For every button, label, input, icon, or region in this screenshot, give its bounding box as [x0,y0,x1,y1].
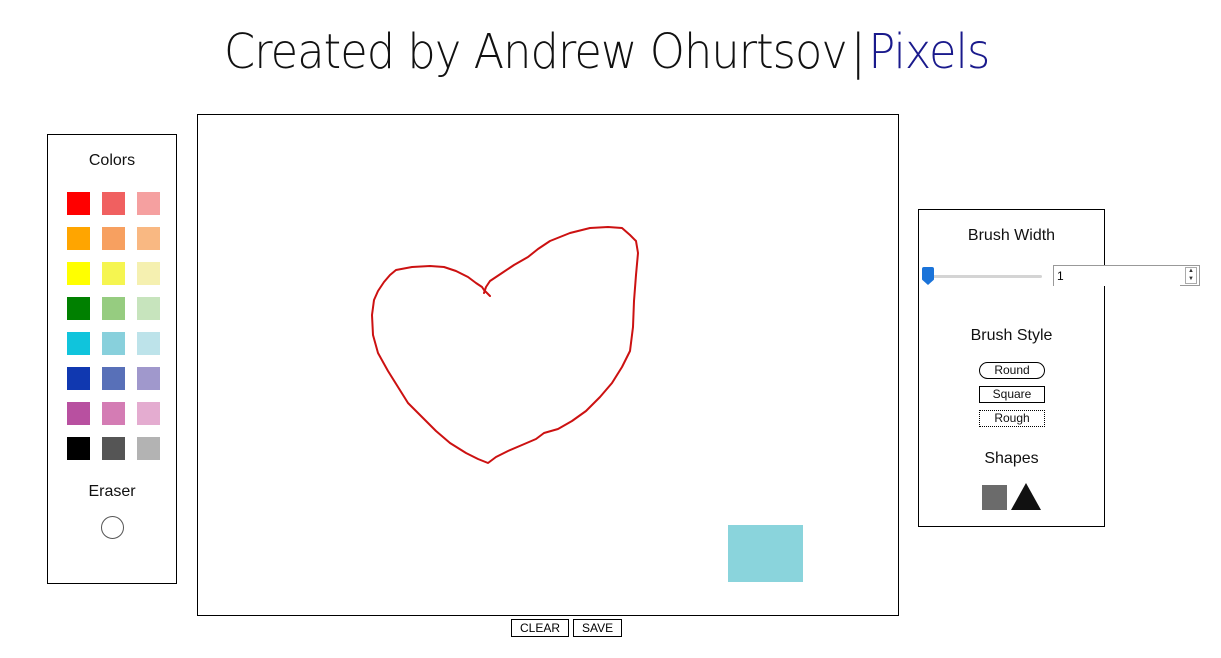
color-swatch[interactable] [137,437,160,460]
color-swatch[interactable] [137,332,160,355]
color-swatch[interactable] [102,297,125,320]
color-swatch[interactable] [137,402,160,425]
brush-width-heading: Brush Width [967,227,1056,244]
spinner-down-icon[interactable]: ▼ [1186,276,1196,284]
color-swatch[interactable] [67,227,90,250]
drawing-canvas[interactable] [197,114,899,616]
brush-width-slider[interactable] [922,267,1042,287]
color-swatch[interactable] [137,192,160,215]
color-swatch[interactable] [67,402,90,425]
color-swatch[interactable] [67,192,90,215]
color-swatch[interactable] [137,297,160,320]
color-swatch[interactable] [102,402,125,425]
brush-width-number[interactable]: ▲ ▼ [1053,265,1200,286]
color-swatch[interactable] [67,332,90,355]
eraser-label: Eraser [88,483,136,500]
triangle-shape-button[interactable] [1011,483,1041,510]
brush-style-square-button[interactable]: Square [979,386,1045,403]
clear-button[interactable]: CLEAR [511,619,570,637]
brush-width-spinner[interactable]: ▲ ▼ [1185,267,1197,284]
color-swatch-grid [67,192,160,460]
brush-style-heading: Brush Style [970,327,1053,344]
brush-style-rough-button[interactable]: Rough [979,410,1045,427]
spinner-up-icon[interactable]: ▲ [1186,268,1196,276]
colors-heading: Colors [88,152,136,169]
brush-width-input[interactable] [1054,266,1180,286]
page-title: Created by Andrew Ohurtsov|Pixels [224,24,990,80]
slider-thumb[interactable] [922,267,934,285]
color-swatch[interactable] [102,192,125,215]
color-swatch[interactable] [102,367,125,390]
color-swatch[interactable] [137,227,160,250]
color-swatch[interactable] [102,332,125,355]
color-swatch[interactable] [102,437,125,460]
page: Created by Andrew Ohurtsov|Pixels Colors… [0,0,1221,658]
canvas-actions: CLEAR SAVE [511,619,623,637]
color-swatch[interactable] [102,262,125,285]
save-button[interactable]: SAVE [573,619,623,637]
slider-track [926,275,1042,278]
title-separator: | [850,24,866,80]
colors-panel: Colors Eraser [47,134,177,584]
square-shape-button[interactable] [982,485,1007,510]
color-swatch[interactable] [137,262,160,285]
heart-stroke [371,226,639,464]
color-swatch[interactable] [137,367,160,390]
color-swatch[interactable] [67,437,90,460]
color-swatch[interactable] [102,227,125,250]
eraser-button[interactable] [101,516,124,539]
color-swatch[interactable] [67,262,90,285]
canvas-rectangle-shape[interactable] [728,525,803,582]
color-swatch[interactable] [67,367,90,390]
brush-panel: Brush Width ▲ ▼ Brush Style Round Square… [918,209,1200,527]
title-prefix: Created by Andrew Ohurtsov [224,24,848,80]
color-swatch[interactable] [67,297,90,320]
shapes-heading: Shapes [984,450,1039,467]
brush-style-round-button[interactable]: Round [979,362,1045,379]
brand-link[interactable]: Pixels [868,24,990,80]
